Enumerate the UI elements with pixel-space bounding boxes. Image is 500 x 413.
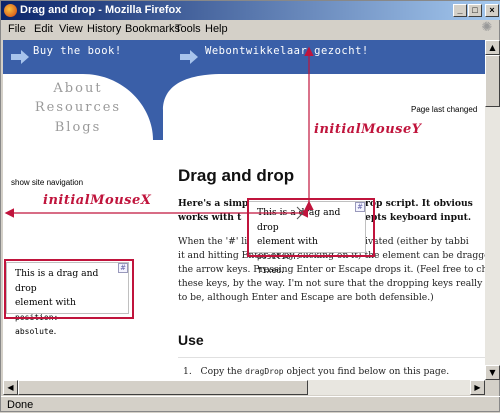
intro-line-1: Here's a simp <box>178 198 249 209</box>
vertical-scroll-thumb[interactable] <box>485 55 500 107</box>
use-heading: Use <box>178 332 204 348</box>
divider <box>178 357 485 358</box>
drag-abs-line-1: This is a drag and drop <box>15 268 99 294</box>
intro-line-2-end: epts keyboard input. <box>365 212 472 223</box>
nav-blogs[interactable]: Blogs <box>3 120 153 135</box>
drag-fixed-code-2: fixed <box>257 266 282 275</box>
menu-tools[interactable]: Tools <box>175 23 201 35</box>
menu-bar: File Edit View History Bookmarks Tools H… <box>1 20 500 38</box>
horizontal-scroll-thumb[interactable] <box>18 380 308 395</box>
para-line-4: these keys, by the way. I'm not sure tha… <box>178 278 485 289</box>
vertical-scrollbar[interactable]: ▲ ▼ <box>485 40 500 380</box>
initial-mouse-x-label: initialMouseX <box>43 193 152 208</box>
drag-element-fixed[interactable]: # This is a drag and drop element with p… <box>248 201 366 276</box>
list-text-pre: Copy the <box>200 366 246 377</box>
intro-line-2: works with t <box>178 212 242 223</box>
para-line-5: to be, although Enter and Escape are bot… <box>178 292 434 303</box>
drag-abs-code-2: absolute <box>15 327 54 336</box>
drag-handle-icon[interactable]: # <box>118 263 128 273</box>
menu-history[interactable]: History <box>87 23 121 35</box>
firefox-icon <box>4 4 17 17</box>
menu-view[interactable]: View <box>59 23 83 35</box>
minimize-button[interactable]: _ <box>453 4 467 17</box>
drag-abs-line-2: element with <box>15 297 76 308</box>
menu-help[interactable]: Help <box>205 23 228 35</box>
drag-fixed-line-2: element with <box>257 236 318 247</box>
drag-handle-icon[interactable]: # <box>355 202 365 212</box>
nav-about[interactable]: About <box>3 81 153 96</box>
buy-book-link[interactable]: Buy the book! <box>33 45 122 57</box>
show-site-navigation[interactable]: show site navigation <box>11 178 83 187</box>
para-line-1-end: ivated (either by tabbi <box>365 236 469 247</box>
drag-fixed-code-1: position: <box>257 251 301 261</box>
intro-line-1-end: rop script. It obvious <box>365 198 473 209</box>
menu-bookmarks[interactable]: Bookmarks <box>125 23 180 35</box>
close-button[interactable]: × <box>485 4 499 17</box>
list-item: 1. Copy the dragDrop object you find bel… <box>183 366 449 377</box>
page-title: Drag and drop <box>178 166 295 185</box>
menu-edit[interactable]: Edit <box>34 23 53 35</box>
drag-fixed-line-1: This is a drag and drop <box>257 207 341 233</box>
menu-file[interactable]: File <box>8 23 26 35</box>
initial-mouse-y-label: initialMouseY <box>314 122 422 137</box>
list-code: dragDrop <box>245 367 284 376</box>
last-changed: Page last changed <box>411 105 478 114</box>
list-text-post: object you find below on this page. <box>283 366 450 377</box>
title-bar: Drag and drop - Mozilla Firefox _ □ × <box>1 1 500 20</box>
page-viewport: Buy the book! Webontwikkelaar gezocht! A… <box>3 40 485 380</box>
status-bar: Done <box>1 396 500 413</box>
scroll-right-icon[interactable]: ▶ <box>470 380 485 395</box>
scroll-up-icon[interactable]: ▲ <box>485 40 500 55</box>
scroll-left-icon[interactable]: ◀ <box>3 380 18 395</box>
drag-abs-code-1: position: <box>15 312 59 322</box>
window-title: Drag and drop - Mozilla Firefox <box>20 4 182 16</box>
para-line-1: When the '#' li <box>178 236 248 247</box>
drag-abs-dot: . <box>53 326 57 337</box>
list-number: 1. <box>183 366 192 377</box>
maximize-button[interactable]: □ <box>468 4 482 17</box>
job-link[interactable]: Webontwikkelaar gezocht! <box>205 45 369 57</box>
throbber-icon: ✺ <box>481 20 493 35</box>
horizontal-scrollbar[interactable]: ◀ ▶ <box>3 380 485 395</box>
drag-element-absolute[interactable]: # This is a drag and drop element with p… <box>6 262 129 337</box>
browser-window: Drag and drop - Mozilla Firefox _ □ × Fi… <box>0 0 500 412</box>
scroll-down-icon[interactable]: ▼ <box>485 365 500 380</box>
nav-resources[interactable]: Resources <box>3 100 153 115</box>
status-text: Done <box>7 399 34 411</box>
drag-fixed-dot: . <box>281 265 285 276</box>
